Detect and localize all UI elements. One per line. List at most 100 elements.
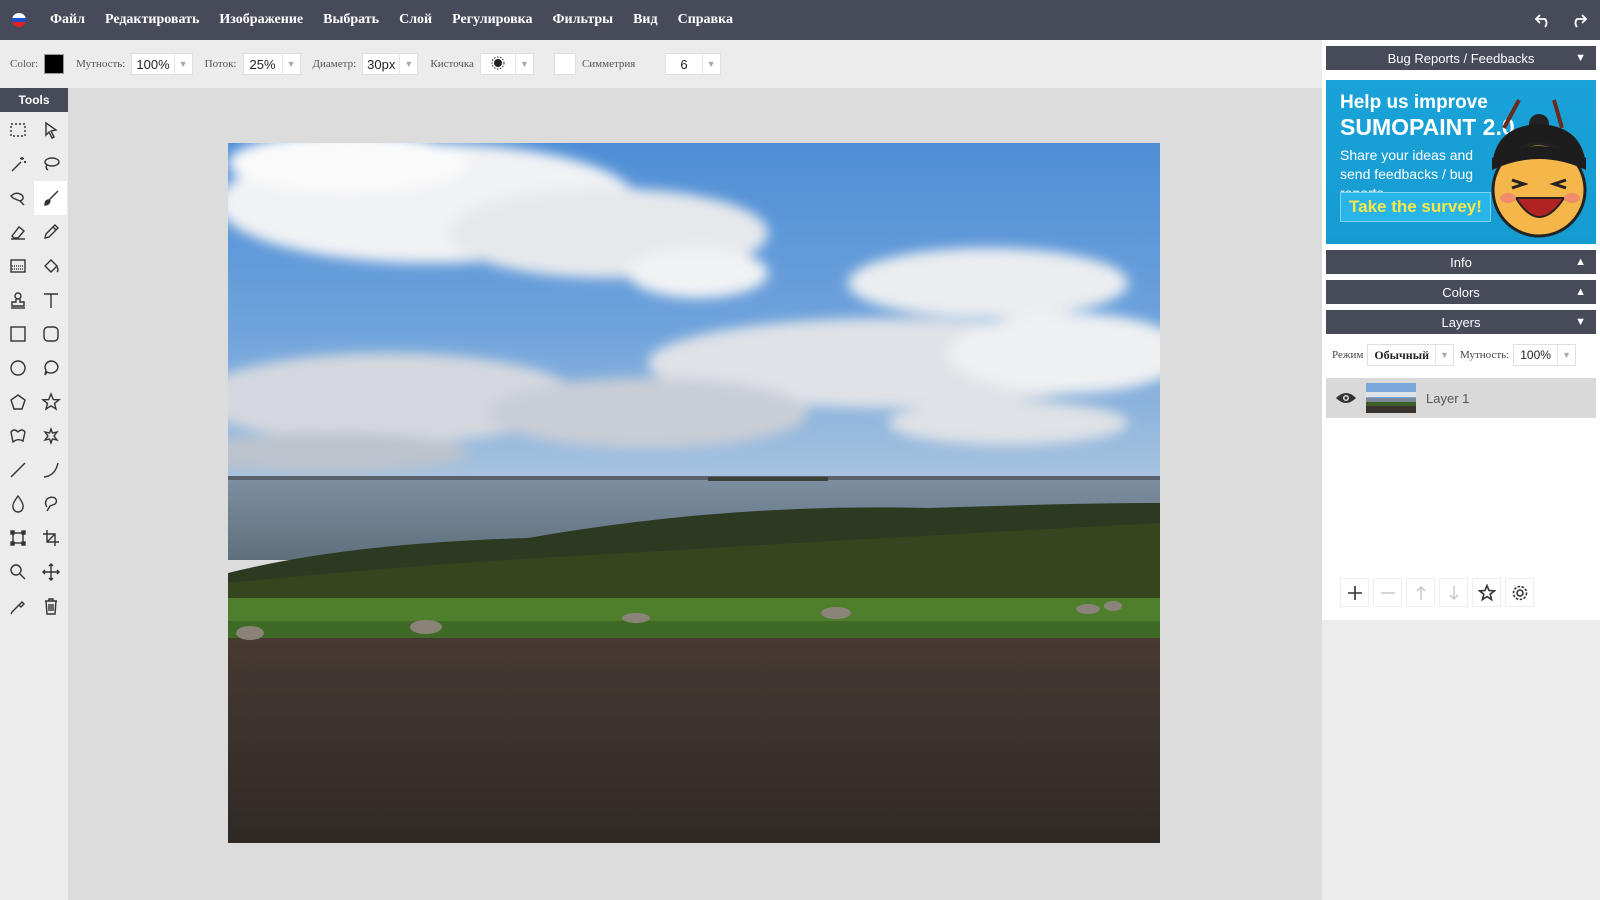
survey-banner[interactable]: Help us improve SUMOPAINT 2.0 Share your… [1326, 80, 1596, 244]
layers-header[interactable]: Layers ▼ [1326, 310, 1596, 334]
colors-header[interactable]: Colors ▲ [1326, 280, 1596, 304]
add-layer-button[interactable] [1340, 578, 1369, 607]
diameter-field[interactable]: 30px ▼ [362, 53, 419, 75]
landscape-photo[interactable] [228, 143, 1160, 843]
menu-adjust[interactable]: Регулировка [452, 12, 532, 28]
eyedropper-icon[interactable] [1, 589, 34, 623]
lasso-icon[interactable] [34, 147, 67, 181]
symmetry-field[interactable]: 6 ▼ [665, 53, 721, 75]
chevron-down-icon[interactable]: ▼ [1575, 316, 1586, 328]
menu-layer[interactable]: Слой [399, 12, 432, 28]
layer-name[interactable]: Layer 1 [1426, 391, 1469, 406]
blend-mode-value[interactable]: Обычный [1368, 348, 1435, 363]
layer-opacity-label: Мутность: [1459, 349, 1510, 361]
layer-settings-button[interactable] [1505, 578, 1534, 607]
eraser-icon[interactable] [1, 215, 34, 249]
diameter-label: Диаметр: [312, 58, 357, 70]
tools-panel: Tools [0, 88, 68, 900]
opacity-value[interactable]: 100% [132, 57, 173, 72]
flow-field[interactable]: 25% ▼ [242, 53, 301, 75]
brush-icon[interactable] [34, 181, 67, 215]
take-survey-button[interactable]: Take the survey! [1340, 192, 1491, 222]
menu-file[interactable]: Файл [50, 12, 85, 28]
menu-filters[interactable]: Фильтры [553, 12, 614, 28]
symmetry-value[interactable]: 6 [666, 57, 701, 72]
speech-bubble-icon[interactable] [34, 351, 67, 385]
brush-preview-icon[interactable] [481, 56, 515, 73]
layer-thumbnail [1366, 383, 1416, 413]
redo-icon[interactable] [1566, 8, 1590, 32]
info-header[interactable]: Info ▲ [1326, 250, 1596, 274]
chevron-down-icon[interactable]: ▼ [281, 54, 300, 74]
workspace[interactable] [68, 88, 1322, 900]
trash-icon[interactable] [34, 589, 67, 623]
pentagon-icon[interactable] [1, 385, 34, 419]
language-flag-icon[interactable] [12, 13, 26, 27]
pencil-icon[interactable] [34, 215, 67, 249]
move-icon[interactable] [34, 555, 67, 589]
burst-icon[interactable] [34, 419, 67, 453]
crop-icon[interactable] [34, 521, 67, 555]
color-swatch[interactable] [44, 54, 65, 74]
chevron-down-icon[interactable]: ▼ [1575, 52, 1586, 64]
flow-value[interactable]: 25% [244, 57, 282, 72]
freeform-shape-icon[interactable] [1, 419, 34, 453]
delete-layer-button[interactable] [1373, 578, 1402, 607]
transform-icon[interactable] [1, 521, 34, 555]
layer-actions [1340, 578, 1534, 607]
bug-reports-header[interactable]: Bug Reports / Feedbacks ▼ [1326, 46, 1596, 70]
star-icon[interactable] [34, 385, 67, 419]
paint-bucket-icon[interactable] [34, 249, 67, 283]
chevron-down-icon[interactable]: ▼ [514, 54, 533, 74]
move-layer-down-button[interactable] [1439, 578, 1468, 607]
line-icon[interactable] [1, 453, 34, 487]
layer-opacity-value[interactable]: 100% [1514, 348, 1557, 362]
menu-help[interactable]: Справка [678, 12, 733, 28]
zoom-icon[interactable] [1, 555, 34, 589]
ellipse-icon[interactable] [1, 351, 34, 385]
chevron-up-icon[interactable]: ▲ [1575, 286, 1586, 298]
magic-wand-icon[interactable] [1, 147, 34, 181]
opacity-field[interactable]: 100% ▼ [131, 53, 193, 75]
opacity-label: Мутность: [76, 58, 126, 70]
layer-opacity-field[interactable]: 100% ▼ [1513, 344, 1576, 366]
eye-icon[interactable] [1326, 391, 1366, 405]
brush-lasso-icon[interactable] [1, 181, 34, 215]
brush-label: Кисточка [430, 58, 474, 70]
right-panel-body: Bug Reports / Feedbacks ▼ Help us improv… [1322, 40, 1600, 620]
move-layer-up-button[interactable] [1406, 578, 1435, 607]
sumo-mascot-icon [1491, 99, 1587, 238]
menu-select[interactable]: Выбрать [323, 12, 379, 28]
smudge-icon[interactable] [34, 487, 67, 521]
menu-image[interactable]: Изображение [219, 12, 303, 28]
symmetry-checkbox[interactable] [553, 53, 576, 75]
image-canvas[interactable] [228, 143, 1160, 843]
arrow-select-icon[interactable] [34, 113, 67, 147]
rect-select-icon[interactable] [1, 113, 34, 147]
undo-icon[interactable] [1532, 8, 1556, 32]
chevron-down-icon[interactable]: ▼ [173, 54, 192, 74]
menu-view[interactable]: Вид [633, 12, 658, 28]
chevron-down-icon[interactable]: ▼ [1434, 345, 1453, 365]
brush-field[interactable]: ▼ [479, 53, 534, 75]
chevron-down-icon[interactable]: ▼ [399, 54, 417, 74]
layer-effects-button[interactable] [1472, 578, 1501, 607]
gradient-icon[interactable] [1, 249, 34, 283]
flow-label: Поток: [204, 58, 237, 70]
banner-line1: Help us improve [1340, 92, 1488, 113]
chevron-down-icon[interactable]: ▼ [1556, 345, 1575, 365]
menu-edit[interactable]: Редактировать [105, 12, 199, 28]
blend-mode-select[interactable]: Обычный ▼ [1367, 344, 1454, 366]
curve-icon[interactable] [34, 453, 67, 487]
rectangle-icon[interactable] [1, 317, 34, 351]
chevron-down-icon[interactable]: ▼ [701, 54, 720, 74]
clone-stamp-icon[interactable] [1, 283, 34, 317]
layer-row[interactable]: Layer 1 [1326, 378, 1596, 418]
gear-icon [1512, 585, 1527, 600]
diameter-value[interactable]: 30px [363, 57, 399, 72]
text-icon[interactable] [34, 283, 67, 317]
blur-drop-icon[interactable] [1, 487, 34, 521]
bug-reports-title: Bug Reports / Feedbacks [1387, 50, 1535, 66]
rounded-rectangle-icon[interactable] [34, 317, 67, 351]
chevron-up-icon[interactable]: ▲ [1575, 256, 1586, 268]
